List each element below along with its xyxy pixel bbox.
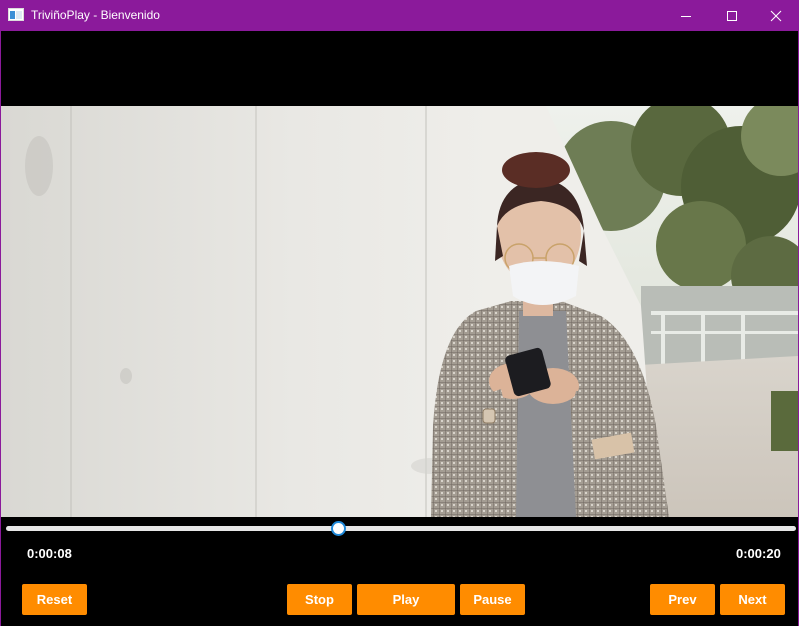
current-time: 0:00:08 [27,546,72,561]
total-time: 0:00:20 [736,546,781,561]
reset-button[interactable]: Reset [22,584,87,615]
close-icon [770,10,782,21]
maximize-icon [727,10,737,21]
minimize-icon [681,15,691,17]
window-title: TriviñoPlay - Bienvenido [31,8,160,22]
video-frame[interactable] [1,106,798,517]
title-bar[interactable]: TriviñoPlay - Bienvenido [0,0,799,31]
play-button[interactable]: Play [357,584,455,615]
minimize-button[interactable] [663,0,709,31]
next-button[interactable]: Next [720,584,785,615]
app-window-icon [8,8,24,21]
close-button[interactable] [753,0,799,31]
maximize-button[interactable] [709,0,755,31]
app-window: TriviñoPlay - Bienvenido 0:00:08 0:00:20… [0,0,799,626]
prev-button[interactable]: Prev [650,584,715,615]
seek-bar-track[interactable] [6,526,796,531]
seek-bar-thumb[interactable] [330,521,346,536]
pause-button[interactable]: Pause [460,584,525,615]
stop-button[interactable]: Stop [287,584,352,615]
